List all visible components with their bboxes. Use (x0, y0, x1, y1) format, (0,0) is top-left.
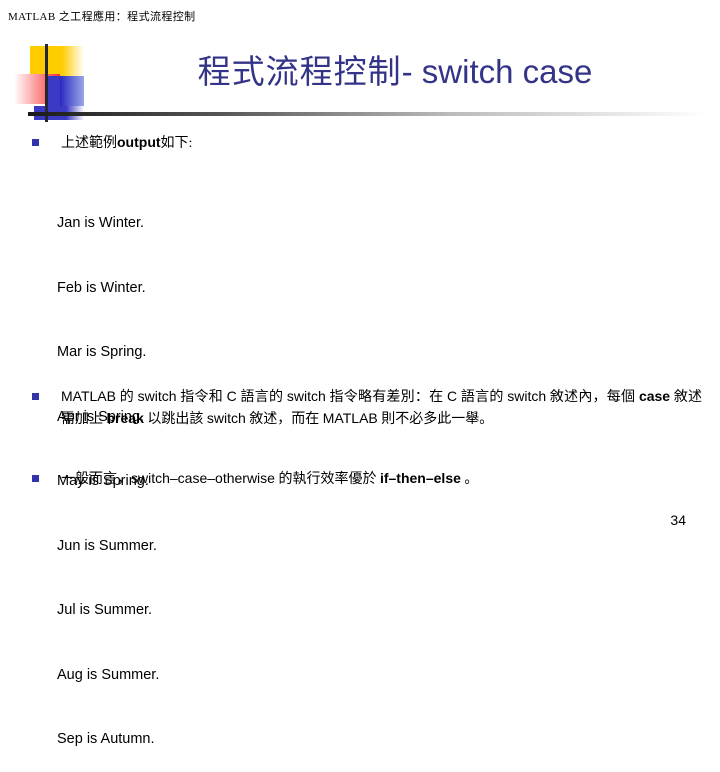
course-header: MATLAB 之工程應用：程式流程控制 (8, 11, 196, 23)
note-seg: 指令和 (176, 390, 227, 405)
note-seg: case (638, 388, 671, 404)
note-seg: switch (286, 388, 326, 404)
note-seg: 以跳出該 (143, 412, 207, 427)
console-line: Jul is Summer. (57, 602, 153, 618)
note-seg: break (106, 410, 144, 426)
note-seg: 敘述，而在 (245, 412, 323, 427)
console-line: Jun is Summer. (57, 537, 157, 554)
page-title-cjk: 程式流程控制 (197, 55, 402, 91)
note-seg: MATLAB (322, 410, 378, 426)
perf-seg: switch–case–otherwise (131, 470, 275, 486)
perf-seg: 的執行效率優於 (274, 472, 380, 487)
note-seg: 的 (115, 390, 138, 405)
bullet-performance-text: 一般而言，switch–case–otherwise 的執行效率優於 if–th… (61, 468, 478, 490)
page-title: 程式流程控制- switch case (90, 52, 700, 93)
note-seg: MATLAB (61, 388, 116, 404)
bullet-square-icon (32, 139, 39, 146)
bullet-output-intro: 上述範例output如下: (32, 132, 192, 154)
bullet-switch-vs-c: MATLAB 的 switch 指令和 C 語言的 switch 指令略有差別：… (32, 386, 702, 430)
console-line: Jan is Winter. (57, 215, 145, 231)
page-number: 34 (670, 512, 686, 528)
page-title-latin: - switch case (401, 53, 593, 90)
title-divider (28, 112, 708, 116)
console-line: Sep is Autumn. (57, 731, 155, 747)
note-seg: 語言的 (236, 390, 287, 405)
output-intro-keyword: output (117, 134, 161, 150)
note-seg: switch (206, 410, 246, 426)
note-seg: 指令略有差別：在 (325, 390, 448, 405)
note-seg: 敘述內，每個 (546, 390, 639, 405)
bullet-output-intro-text: 上述範例output如下: (61, 132, 192, 154)
bullet-performance: 一般而言，switch–case–otherwise 的執行效率優於 if–th… (32, 468, 702, 490)
console-line: Feb is Winter. (57, 279, 146, 296)
bullet-square-icon (32, 475, 39, 482)
bullet-square-icon (32, 393, 39, 400)
note-seg: 則不必多此一舉。 (377, 412, 494, 427)
logo-vertical-line (45, 44, 48, 122)
console-line: Mar is Spring. (57, 344, 147, 360)
console-line: Aug is Summer. (57, 666, 160, 683)
perf-seg: 。 (460, 472, 479, 487)
note-seg: switch (137, 388, 177, 404)
note-seg: C (447, 388, 458, 404)
bullet-switch-vs-c-text: MATLAB 的 switch 指令和 C 語言的 switch 指令略有差別：… (61, 386, 702, 430)
note-seg: C (226, 388, 237, 404)
perf-seg: 一般而言， (61, 472, 131, 487)
decorative-logo (14, 44, 84, 122)
output-intro-cjk-suffix: 如下: (160, 136, 193, 151)
note-seg: 語言的 (457, 390, 508, 405)
logo-blue-gradient-right (60, 76, 84, 106)
perf-seg: if–then–else (379, 470, 461, 486)
note-seg: switch (507, 388, 547, 404)
output-intro-cjk-prefix: 上述範例 (61, 136, 117, 151)
